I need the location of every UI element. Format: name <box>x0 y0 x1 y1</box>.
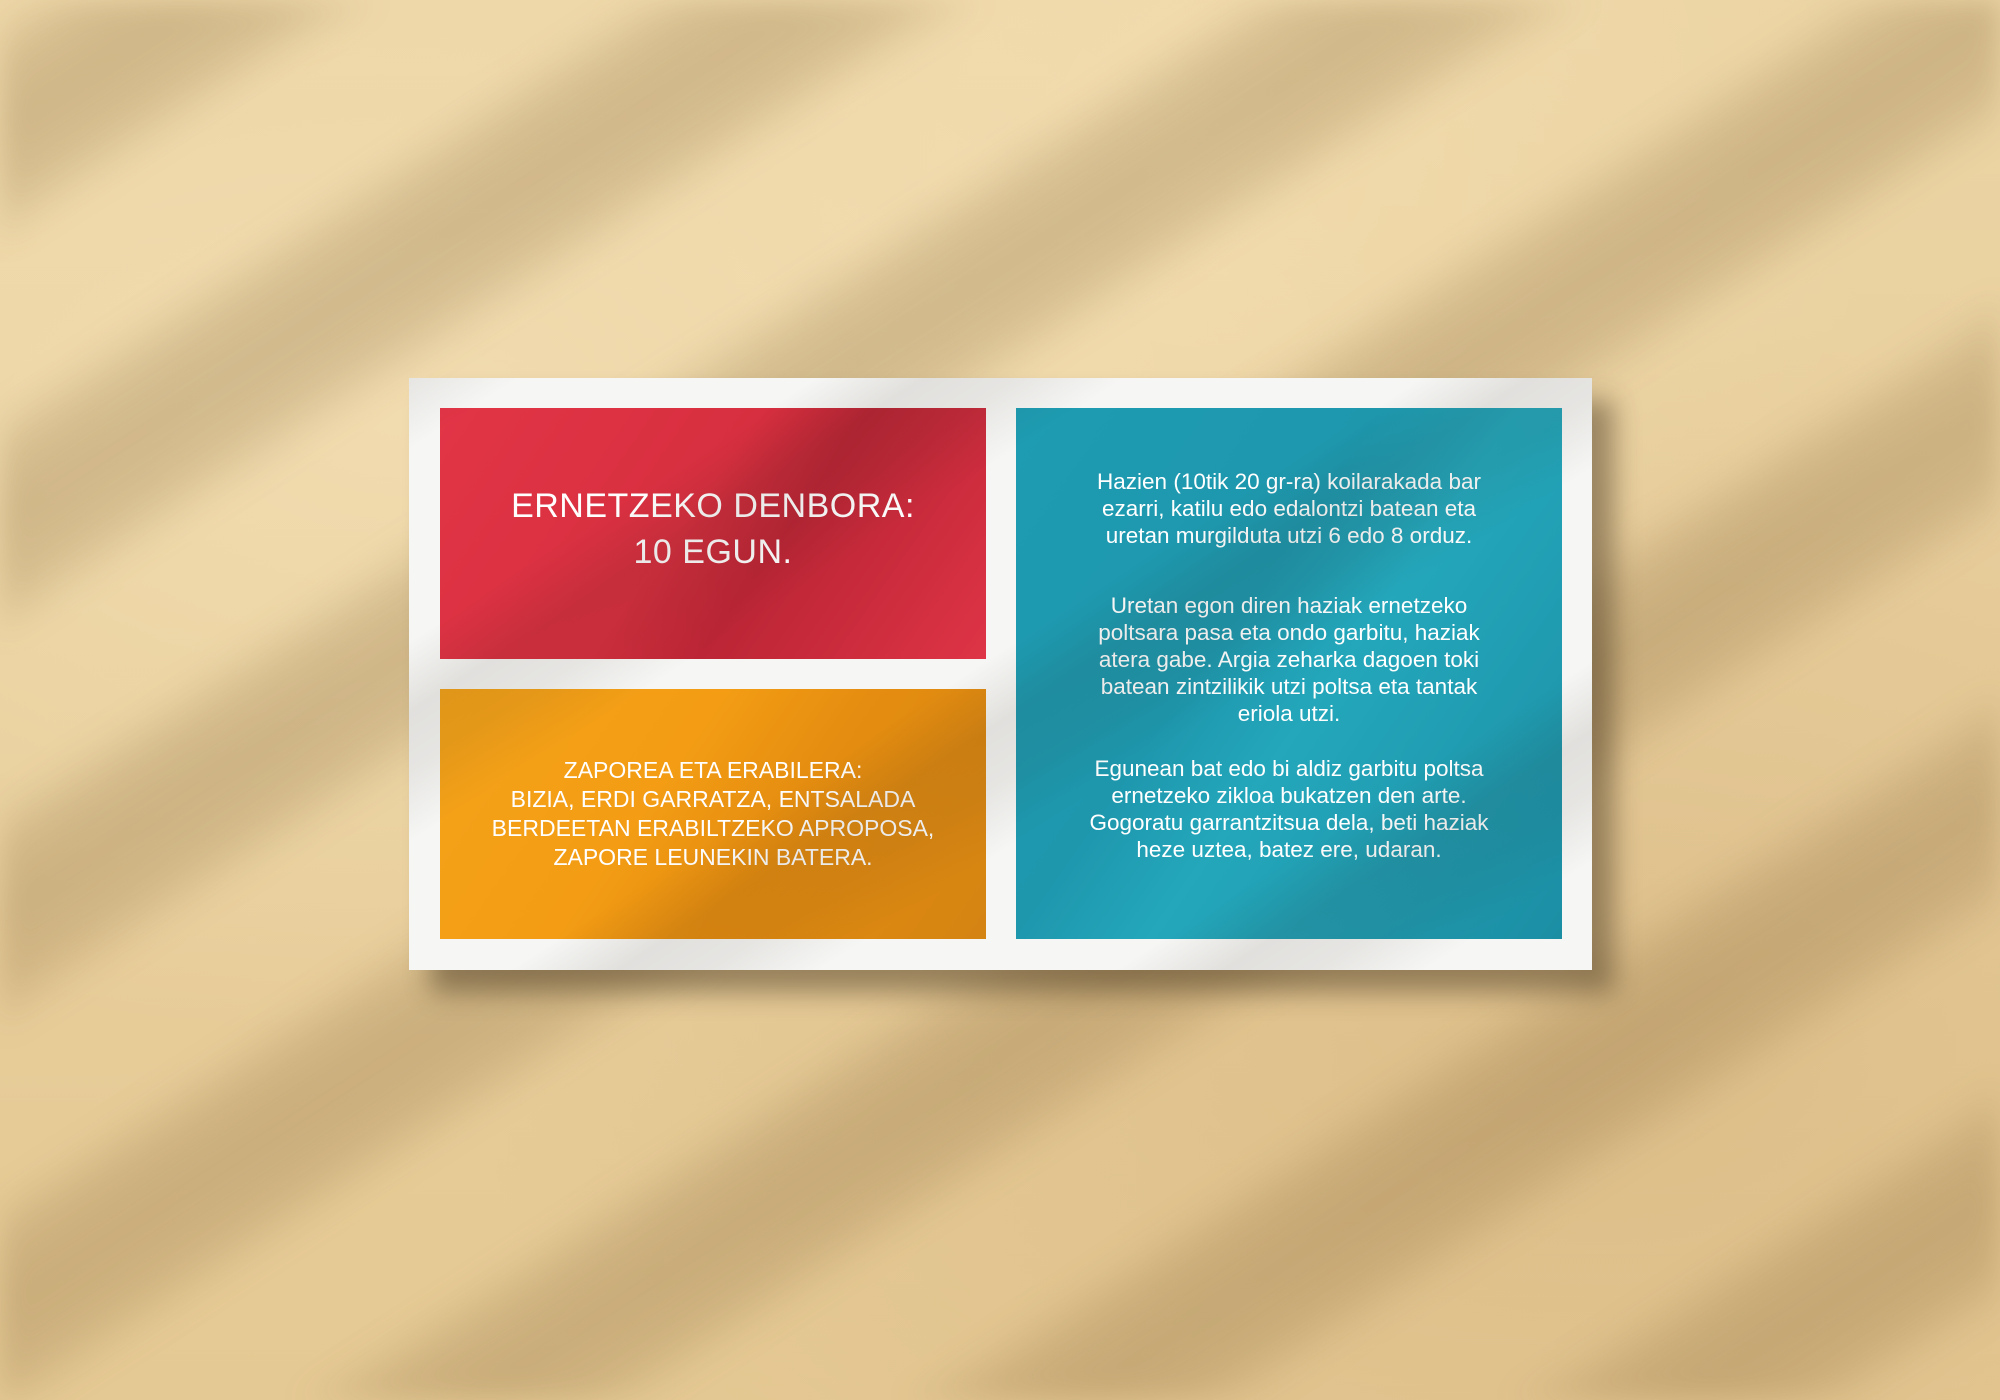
instructions-panel: Hazien (10tik 20 gr-ra) koilarakada bar … <box>1016 408 1562 939</box>
flavor-usage-text: ZAPOREA ETA ERABILERA: BIZIA, ERDI GARRA… <box>491 757 935 870</box>
info-card: ERNETZEKO DENBORA: 10 EGUN. ZAPOREA ETA … <box>409 378 1592 970</box>
sprouting-time-text: ERNETZEKO DENBORA: 10 EGUN. <box>511 486 915 571</box>
sprouting-time-panel: ERNETZEKO DENBORA: 10 EGUN. <box>440 408 986 659</box>
flavor-usage-panel: ZAPOREA ETA ERABILERA: BIZIA, ERDI GARRA… <box>440 689 986 939</box>
instructions-paragraph-2: Uretan egon diren haziak ernetzeko polts… <box>1098 593 1480 726</box>
instructions-paragraph-3: Egunean bat edo bi aldiz garbitu poltsa … <box>1089 756 1489 862</box>
instructions-paragraph-1: Hazien (10tik 20 gr-ra) koilarakada bar … <box>1097 469 1481 548</box>
